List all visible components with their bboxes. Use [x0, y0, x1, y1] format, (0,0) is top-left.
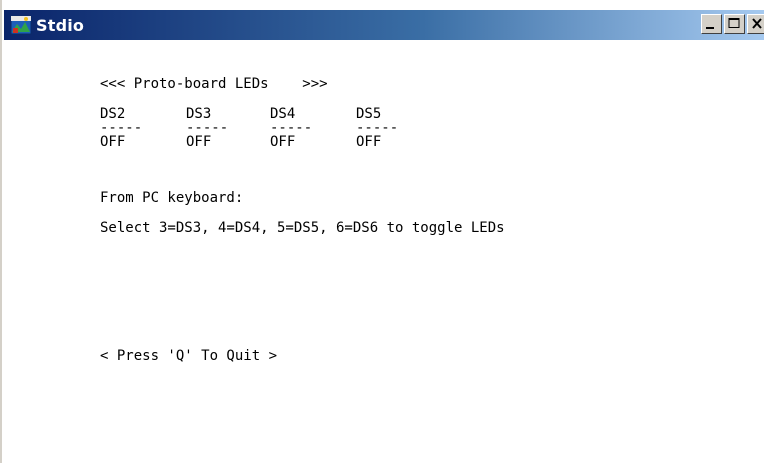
maximize-icon	[728, 18, 740, 28]
led-ds3-state: OFF	[186, 134, 212, 150]
close-button[interactable]	[747, 14, 764, 34]
app-icon	[10, 14, 32, 36]
quit-prompt: < Press 'Q' To Quit >	[100, 348, 278, 364]
window-controls	[701, 14, 764, 34]
window-title: Stdio	[36, 15, 85, 35]
console-output: <<< Proto-board LEDs >>> DS2 ----- OFF D…	[4, 40, 764, 463]
keyboard-label: From PC keyboard:	[100, 190, 244, 206]
led-ds5-state: OFF	[356, 134, 382, 150]
led-header: <<< Proto-board LEDs >>>	[100, 76, 328, 92]
minimize-icon	[706, 27, 714, 29]
maximize-button[interactable]	[724, 14, 745, 34]
minimize-button[interactable]	[701, 14, 722, 34]
stdio-window: Stdio <<< Proto-board LEDs >>> DS2 -----…	[0, 0, 764, 463]
title-bar[interactable]: Stdio	[4, 10, 764, 40]
led-ds4-state: OFF	[270, 134, 296, 150]
close-icon	[752, 18, 762, 29]
led-ds2-state: OFF	[100, 134, 126, 150]
toggle-instruction: Select 3=DS3, 4=DS4, 5=DS5, 6=DS6 to tog…	[100, 220, 505, 236]
